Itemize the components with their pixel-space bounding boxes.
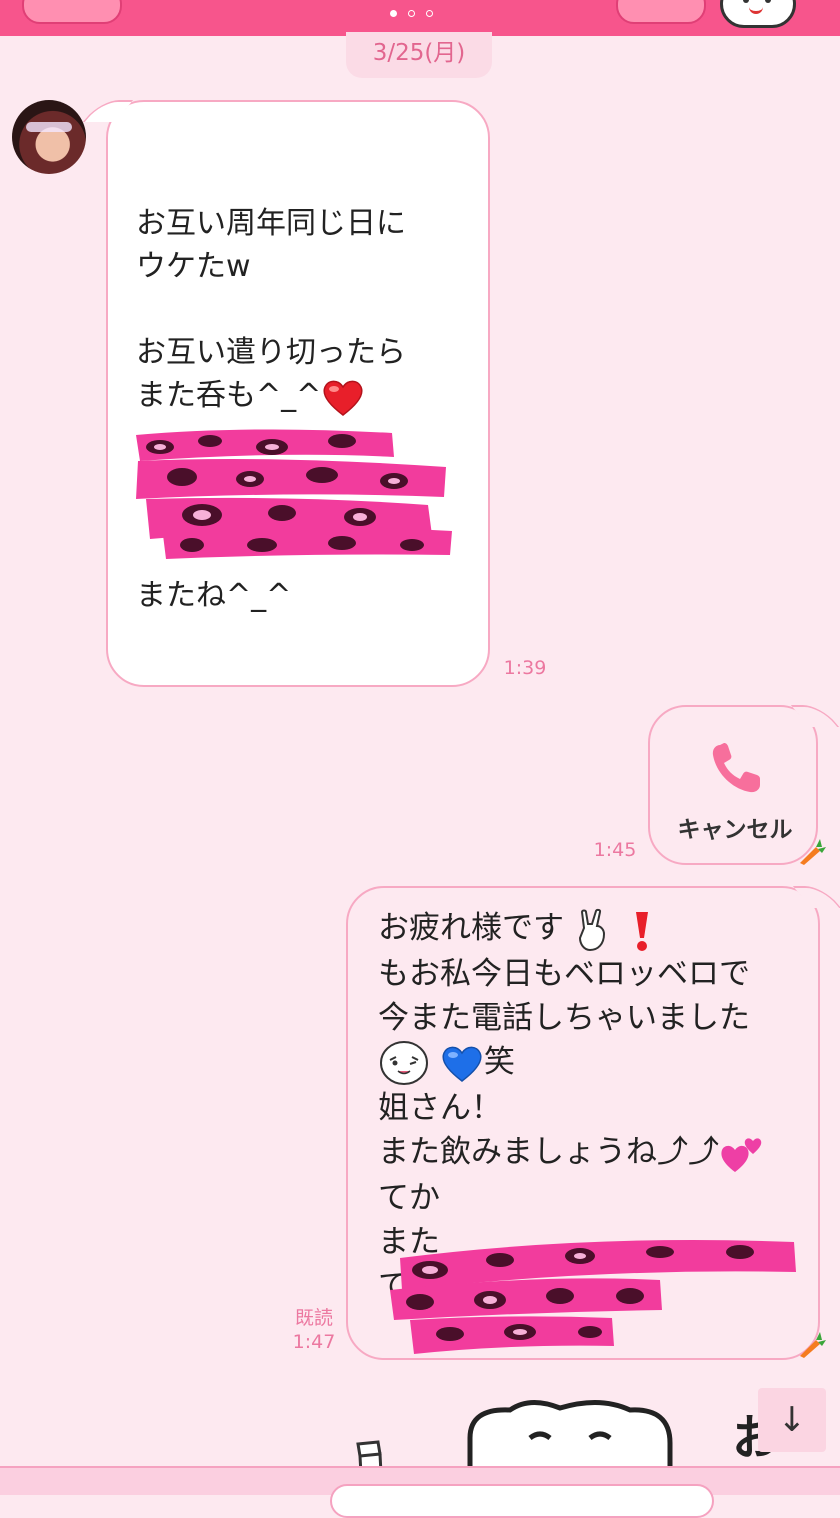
message-text: また呑も^_^ — [136, 378, 322, 413]
mascot-mouth — [749, 3, 763, 14]
message-line-with-emoji: また呑も^_^ — [136, 374, 468, 417]
rock-on-hand-icon — [578, 908, 605, 951]
carrot-icon — [800, 1332, 826, 1358]
message-line: お互い周年同じ日に — [136, 206, 406, 241]
message-line-with-emoji: また飲みましょうね⤴⤴ — [378, 1130, 800, 1176]
incoming-message-bubble[interactable]: お互い周年同じ日に ウケたw お互い遣り切ったら また呑も^_^ またね^_^ — [106, 100, 490, 687]
mascot-eye-right — [765, 0, 771, 3]
scroll-to-bottom-button[interactable]: ↓ — [758, 1388, 826, 1452]
mascot-icon — [720, 0, 796, 28]
message-text: また飲みましょうね⤴⤴ — [378, 1134, 719, 1170]
message-time: 1:39 — [503, 657, 547, 679]
leopard-redaction-scribble — [136, 429, 452, 559]
winking-face-icon — [380, 1041, 428, 1085]
page-dot-2 — [408, 10, 415, 17]
message-text: 笑 — [483, 1043, 515, 1080]
leopard-redaction-scribble — [390, 1240, 796, 1354]
top-bar — [0, 0, 840, 36]
message-line: てか — [378, 1179, 440, 1216]
call-cancel-label: キャンセル — [677, 817, 793, 843]
message-line-with-emoji: お疲れ様です — [378, 906, 800, 952]
message-time: 1:45 — [593, 839, 637, 861]
read-receipt-label: 既読 — [294, 1307, 333, 1329]
input-bar — [0, 1466, 840, 1518]
call-bubble[interactable]: キャンセル — [648, 705, 818, 865]
message-line: もお私今日もベロッベロで — [378, 955, 750, 992]
date-separator: 3/25(月) — [346, 32, 492, 78]
page-dot-1 — [390, 10, 397, 17]
message-text: お疲れ様です — [378, 910, 564, 946]
two-hearts-icon — [721, 1137, 762, 1172]
message-line: 姐さん！ — [378, 1090, 502, 1126]
message-closing: またね^_^ — [136, 578, 292, 613]
avatar-headband — [26, 122, 72, 132]
message-line: 今また電話しちゃいました — [378, 999, 750, 1036]
header-action-button[interactable] — [616, 0, 706, 24]
message-time: 1:47 — [292, 1331, 336, 1353]
red-exclamation-icon — [635, 911, 648, 951]
phone-icon — [712, 743, 760, 793]
outgoing-message-bubble[interactable]: お疲れ様です もお私今日もベロッベロで 今また電話しちゃいました 笑 姐さん！ … — [346, 886, 820, 1360]
page-dot-3 — [426, 10, 433, 17]
back-button[interactable] — [22, 0, 122, 24]
contact-avatar[interactable] — [12, 100, 86, 174]
message-line: お互い遣り切ったら — [136, 335, 406, 370]
message-line: ウケたw — [136, 249, 251, 284]
carrot-icon — [800, 839, 826, 865]
message-input[interactable] — [330, 1484, 714, 1518]
red-heart-icon — [323, 380, 363, 416]
page-indicator — [390, 10, 433, 17]
message-line-with-emoji: 笑 — [378, 1040, 800, 1087]
blue-heart-icon — [442, 1046, 482, 1082]
